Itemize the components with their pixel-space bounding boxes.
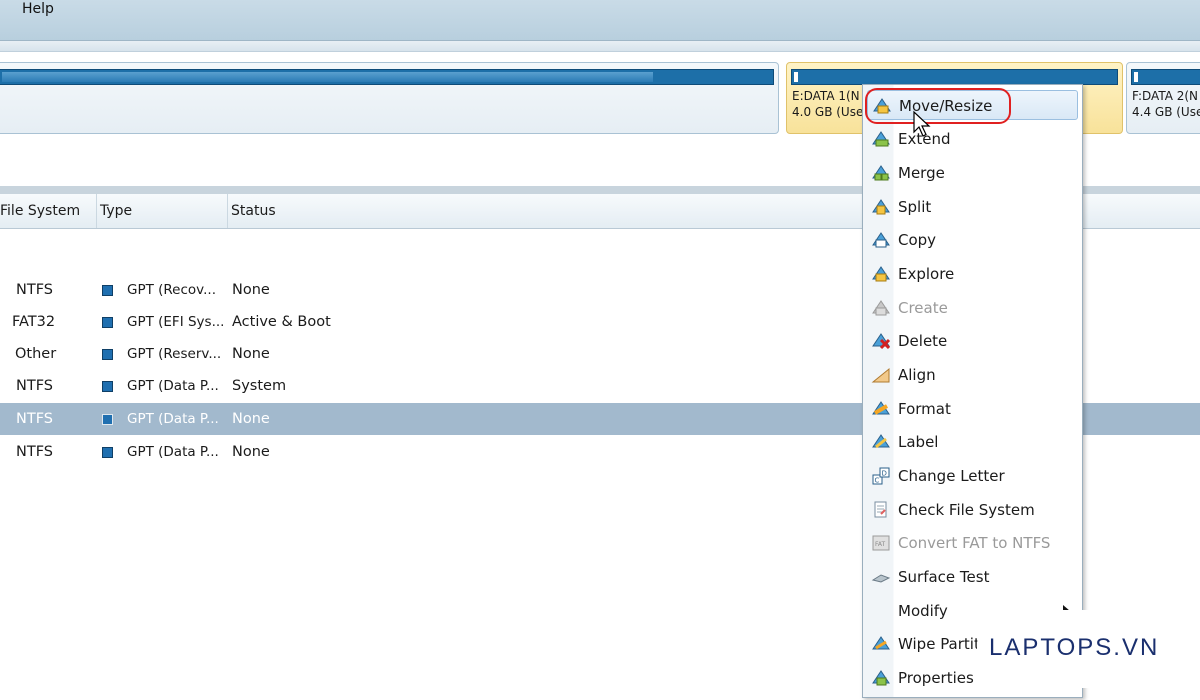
partition-usage-fill <box>2 72 653 82</box>
create-icon <box>872 300 890 316</box>
copy-icon <box>872 232 890 248</box>
partition-label: E:DATA 1(N <box>792 89 860 103</box>
menu-item-label[interactable]: Label <box>867 427 1078 457</box>
watermark: LAPTOPS.VN <box>977 610 1177 688</box>
menu-item-explore[interactable]: Explore <box>867 259 1078 289</box>
header-file-system[interactable]: File System <box>0 194 97 228</box>
partition-type-swatch <box>102 317 113 328</box>
partition-label: F:DATA 2(N <box>1132 89 1199 103</box>
partition-block-f[interactable]: F:DATA 2(N 4.4 GB (Use <box>1126 62 1200 134</box>
cell-status: None <box>232 282 270 298</box>
partition-type-swatch <box>102 447 113 458</box>
partition-size: 4.4 GB (Use <box>1132 105 1200 119</box>
svg-text:C: C <box>875 477 880 485</box>
partition-type-swatch <box>102 381 113 392</box>
menu-item-change-letter[interactable]: CD Change Letter <box>867 461 1078 491</box>
menu-bar: Help <box>0 0 1200 41</box>
partition-type-swatch <box>102 349 113 360</box>
format-icon <box>872 401 890 415</box>
menu-item-convert-fat-to-ntfs[interactable]: FAT Convert FAT to NTFS <box>867 528 1078 558</box>
menu-help[interactable]: Help <box>22 1 54 17</box>
extend-icon <box>872 131 890 147</box>
change-letter-icon: CD <box>872 467 890 485</box>
watermark-logo-text: LAPTOPS.VN <box>989 634 1160 661</box>
menu-item-format[interactable]: Format <box>867 394 1078 424</box>
header-type[interactable]: Type <box>97 194 228 228</box>
cell-file-system: NTFS <box>16 282 53 298</box>
cell-file-system: NTFS <box>16 411 53 427</box>
cell-type: GPT (Reserv... <box>127 346 222 362</box>
surface-test-icon <box>871 574 891 583</box>
cell-file-system: NTFS <box>16 378 53 394</box>
menu-item-delete[interactable]: Delete <box>867 326 1078 356</box>
cell-status: None <box>232 444 270 460</box>
menu-item-create[interactable]: Create <box>867 293 1078 323</box>
partition-usage-bar <box>1131 69 1200 85</box>
cell-status: Active & Boot <box>232 314 331 330</box>
cell-file-system: FAT32 <box>12 314 56 330</box>
context-menu: Move/Resize Extend Merge Split Copy Expl… <box>862 84 1083 698</box>
highlight-ring <box>865 88 1011 124</box>
properties-icon <box>872 670 890 686</box>
cell-type: GPT (Data P... <box>127 411 219 427</box>
cell-type: GPT (EFI Sys... <box>127 314 225 330</box>
convert-fat-icon: FAT <box>872 535 890 551</box>
partition-usage-bar <box>791 69 1118 85</box>
partition-usage-fill <box>1134 72 1138 82</box>
cell-file-system: Other <box>15 346 57 362</box>
menu-item-check-file-system[interactable]: Check File System <box>867 495 1078 525</box>
align-icon <box>871 367 890 383</box>
check-file-system-icon <box>874 501 887 518</box>
svg-text:FAT: FAT <box>875 541 886 548</box>
cell-status: None <box>232 346 270 362</box>
merge-icon <box>872 165 890 181</box>
toolbar-strip <box>0 41 1200 52</box>
cell-type: GPT (Data P... <box>127 444 219 460</box>
menu-item-merge[interactable]: Merge <box>867 158 1078 188</box>
cell-type: GPT (Data P... <box>127 378 219 394</box>
partition-type-swatch <box>102 285 113 296</box>
split-icon <box>872 199 890 215</box>
menu-item-split[interactable]: Split <box>867 192 1078 222</box>
menu-item-align[interactable]: Align <box>867 360 1078 390</box>
partition-usage-bar <box>0 69 774 85</box>
mouse-cursor-icon <box>913 110 931 137</box>
partition-type-swatch <box>102 414 113 425</box>
cell-type: GPT (Recov... <box>127 282 216 298</box>
partition-usage-fill <box>794 72 798 82</box>
partition-block-c[interactable] <box>0 62 779 134</box>
menu-item-surface-test[interactable]: Surface Test <box>867 562 1078 592</box>
delete-icon <box>872 333 891 350</box>
explore-icon <box>872 266 890 282</box>
cell-status: None <box>232 411 270 427</box>
menu-item-copy[interactable]: Copy <box>867 225 1078 255</box>
label-icon <box>872 434 890 449</box>
wipe-partition-icon <box>872 636 890 650</box>
menu-item-extend[interactable]: Extend <box>867 124 1078 154</box>
cell-status: System <box>232 378 287 394</box>
cell-file-system: NTFS <box>16 444 53 460</box>
svg-text:D: D <box>882 470 887 478</box>
partition-size: 4.0 GB (Use <box>792 105 864 119</box>
